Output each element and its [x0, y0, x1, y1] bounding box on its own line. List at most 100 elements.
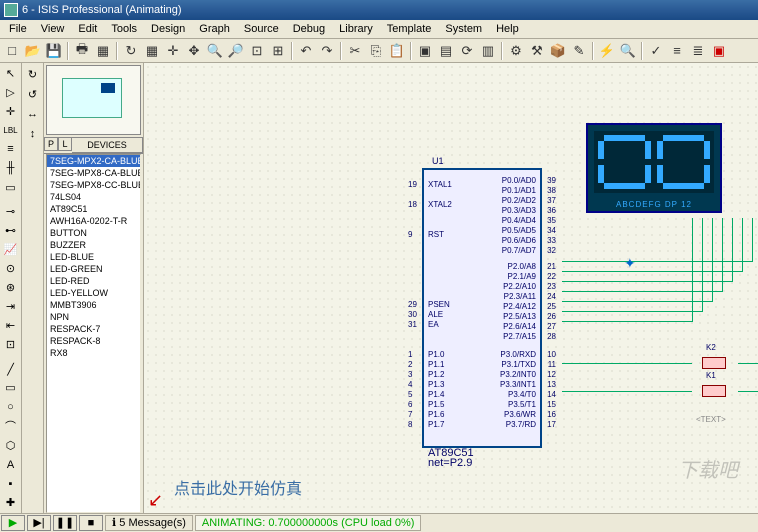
device-item[interactable]: LED-BLUE	[47, 251, 140, 263]
library-button[interactable]: L	[58, 137, 72, 151]
area-icon[interactable]: ▦	[93, 41, 113, 61]
line-icon[interactable]: ╱	[2, 361, 20, 378]
subcircuit-icon[interactable]: ▭	[2, 179, 20, 196]
menu-edit[interactable]: Edit	[71, 21, 104, 37]
box-icon[interactable]: ▭	[2, 379, 20, 396]
circle-icon[interactable]: ○	[2, 398, 20, 415]
paste-icon[interactable]: 📋	[387, 41, 407, 61]
device-item[interactable]: LED-RED	[47, 275, 140, 287]
text-icon[interactable]: ≡	[2, 141, 20, 158]
redo-icon[interactable]: ↷	[317, 41, 337, 61]
chip-u1[interactable]: U1 19XTAL118XTAL29RST29PSEN30ALE31EA1P1.…	[422, 168, 542, 448]
rotate-cw-icon[interactable]: ↻	[24, 65, 42, 83]
open-icon[interactable]: 📂	[23, 41, 43, 61]
text2d-icon[interactable]: A	[2, 456, 20, 473]
device-item[interactable]: 7SEG-MPX8-CA-BLUE	[47, 167, 140, 179]
zoom-out-icon[interactable]: 🔎	[226, 41, 246, 61]
zoom-area-icon[interactable]: ⊞	[268, 41, 288, 61]
origin-icon[interactable]: ✛	[163, 41, 183, 61]
device-item[interactable]: 7SEG-MPX2-CA-BLUE	[47, 155, 140, 167]
package-icon[interactable]: 📦	[548, 41, 568, 61]
marker-icon[interactable]: ✚	[2, 494, 20, 511]
device-item[interactable]: BUZZER	[47, 239, 140, 251]
probe-v-icon[interactable]: ⇥	[2, 298, 20, 315]
tape-icon[interactable]: ⊙	[2, 260, 20, 277]
menu-source[interactable]: Source	[237, 21, 286, 37]
component-icon[interactable]: ▷	[2, 84, 20, 101]
block-rotate-icon[interactable]: ⟳	[457, 41, 477, 61]
probe-i-icon[interactable]: ⇤	[2, 317, 20, 334]
junction-icon[interactable]: ✛	[2, 103, 20, 120]
device-item[interactable]: 7SEG-MPX8-CC-BLUE	[47, 179, 140, 191]
switch-k2[interactable]: K2	[694, 353, 734, 373]
flip-h-icon[interactable]: ↔	[24, 105, 42, 123]
copy-icon[interactable]: ⎘	[366, 41, 386, 61]
menu-view[interactable]: View	[34, 21, 72, 37]
menu-tools[interactable]: Tools	[104, 21, 144, 37]
menu-debug[interactable]: Debug	[286, 21, 332, 37]
menu-graph[interactable]: Graph	[192, 21, 237, 37]
selection-icon[interactable]: ↖	[2, 65, 20, 82]
device-item[interactable]: LED-GREEN	[47, 263, 140, 275]
arc-icon[interactable]: ⌒	[2, 417, 20, 435]
new-icon[interactable]: □	[2, 41, 22, 61]
netlist-icon[interactable]: ≡	[667, 41, 687, 61]
print-icon[interactable]: 🖶	[72, 41, 92, 61]
rotate-ccw-icon[interactable]: ↺	[24, 85, 42, 103]
cut-icon[interactable]: ✂	[345, 41, 365, 61]
pause-button[interactable]: ❚❚	[53, 515, 77, 531]
device-item[interactable]: AT89C51	[47, 203, 140, 215]
device-item[interactable]: AWH16A-0202-T-R	[47, 215, 140, 227]
save-icon[interactable]: 💾	[44, 41, 64, 61]
device-item[interactable]: RX8	[47, 347, 140, 359]
menu-help[interactable]: Help	[489, 21, 526, 37]
device-item[interactable]: RESPACK-7	[47, 323, 140, 335]
instrument-icon[interactable]: ⊡	[2, 336, 20, 353]
label-icon[interactable]: LBL	[2, 122, 20, 139]
undo-icon[interactable]: ↶	[296, 41, 316, 61]
flip-v-icon[interactable]: ↕	[24, 125, 42, 143]
menu-library[interactable]: Library	[332, 21, 380, 37]
pin-icon[interactable]: ⊷	[2, 222, 20, 239]
block-copy-icon[interactable]: ▣	[415, 41, 435, 61]
device-item[interactable]: 74LS04	[47, 191, 140, 203]
schematic-canvas[interactable]: U1 19XTAL118XTAL29RST29PSEN30ALE31EA1P1.…	[144, 63, 758, 513]
preview-pane[interactable]	[46, 65, 141, 135]
zoom-all-icon[interactable]: ⊡	[247, 41, 267, 61]
pan-icon[interactable]: ✥	[184, 41, 204, 61]
refresh-icon[interactable]: ↻	[121, 41, 141, 61]
search-icon[interactable]: 🔍	[618, 41, 638, 61]
step-button[interactable]: ▶|	[27, 515, 51, 531]
graph-icon[interactable]: 📈	[2, 241, 20, 258]
erc-icon[interactable]: ✓	[646, 41, 666, 61]
terminal-icon[interactable]: ⊸	[2, 203, 20, 220]
messages-cell[interactable]: ℹ 5 Message(s)	[105, 515, 193, 531]
stop-button[interactable]: ■	[79, 515, 103, 531]
switch-k1[interactable]: K1	[694, 381, 734, 401]
zoom-in-icon[interactable]: 🔍	[205, 41, 225, 61]
wire-auto-icon[interactable]: ⚡	[597, 41, 617, 61]
device-item[interactable]: MMBT3906	[47, 299, 140, 311]
device-item[interactable]: BUTTON	[47, 227, 140, 239]
make-icon[interactable]: ⚒	[527, 41, 547, 61]
generator-icon[interactable]: ⊛	[2, 279, 20, 296]
seven-segment-display[interactable]: ABCDEFG DP 12	[586, 123, 722, 213]
decompose-icon[interactable]: ✎	[569, 41, 589, 61]
pick-icon[interactable]: ⚙	[506, 41, 526, 61]
menu-template[interactable]: Template	[380, 21, 439, 37]
device-item[interactable]: LED-YELLOW	[47, 287, 140, 299]
device-item[interactable]: RESPACK-8	[47, 335, 140, 347]
bom-icon[interactable]: ≣	[688, 41, 708, 61]
path-icon[interactable]: ⬡	[2, 437, 20, 454]
symbol-icon[interactable]: ▪	[2, 475, 20, 492]
ares-icon[interactable]: ▣	[709, 41, 729, 61]
block-delete-icon[interactable]: ▥	[478, 41, 498, 61]
device-item[interactable]: NPN	[47, 311, 140, 323]
menu-file[interactable]: File	[2, 21, 34, 37]
grid-icon[interactable]: ▦	[142, 41, 162, 61]
menu-system[interactable]: System	[438, 21, 489, 37]
block-move-icon[interactable]: ▤	[436, 41, 456, 61]
pick-device-button[interactable]: P	[44, 137, 58, 151]
device-list[interactable]: 7SEG-MPX2-CA-BLUE7SEG-MPX8-CA-BLUE7SEG-M…	[46, 154, 141, 513]
menu-design[interactable]: Design	[144, 21, 192, 37]
